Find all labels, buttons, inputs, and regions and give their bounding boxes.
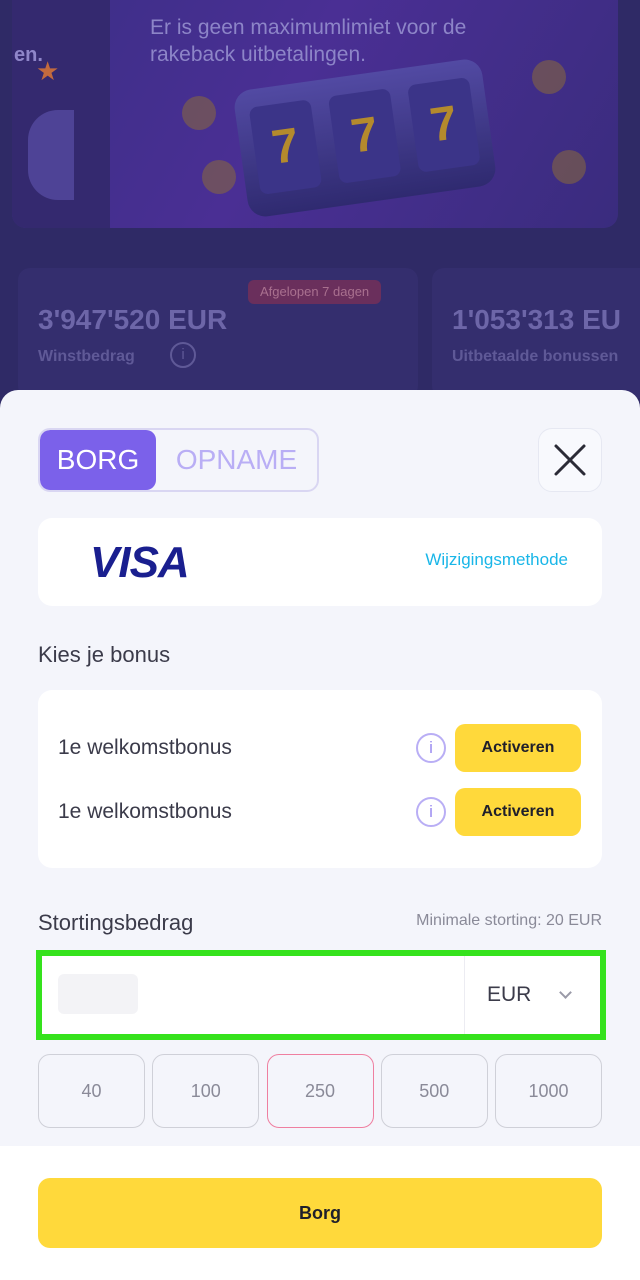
amount-input[interactable] xyxy=(58,974,138,1014)
bonus-list: 1e welkomstbonus i Activeren 1e welkomst… xyxy=(38,690,602,868)
amount-field-group: EUR xyxy=(36,950,606,1040)
list-item: 1e welkomstbonus i Activeren xyxy=(38,788,602,836)
chevron-down-icon xyxy=(559,985,573,999)
coin-icon xyxy=(552,150,586,184)
deposit-submit-button[interactable]: Borg xyxy=(38,1178,602,1248)
preset-amount-button[interactable]: 100 xyxy=(152,1054,260,1128)
star-icon: ★ xyxy=(36,56,60,86)
payment-method-card: VISA Wijzigingsmethode xyxy=(38,518,602,606)
stat-label: Uitbetaalde bonussen xyxy=(452,348,619,365)
coin-icon xyxy=(202,160,236,194)
deposit-amount-title: Stortingsbedrag xyxy=(38,910,194,935)
banner-text: Er is geen maximumlimiet voor de rakebac… xyxy=(150,16,467,66)
coin-icon xyxy=(532,60,566,94)
stat-value: 3'947'520 EUR xyxy=(38,304,228,335)
period-badge: Afgelopen 7 dagen xyxy=(248,280,382,304)
deposit-modal: BORG OPNAME VISA Wijzigingsmethode Kies … xyxy=(0,390,640,1280)
change-method-link[interactable]: Wijzigingsmethode xyxy=(425,550,568,570)
preset-amount-button[interactable]: 500 xyxy=(380,1054,488,1128)
banner-side-panel: en. ★ xyxy=(12,0,110,228)
visa-logo: VISA xyxy=(90,538,190,587)
close-icon xyxy=(554,444,586,476)
stat-card-bonuses: 1'053'313 EU Uitbetaalde bonussen xyxy=(432,268,640,398)
min-deposit-note: Minimale storting: 20 EUR xyxy=(416,912,602,929)
decor-shape xyxy=(28,110,74,200)
info-icon[interactable]: i xyxy=(416,733,446,763)
background-page: en. ★ Er is geen maximumlimiet voor de r… xyxy=(0,0,640,420)
activate-button[interactable]: Activeren xyxy=(455,788,581,836)
tab-deposit[interactable]: BORG xyxy=(40,430,156,490)
currency-value: EUR xyxy=(487,983,532,1006)
tab-withdraw[interactable]: OPNAME xyxy=(156,430,317,490)
stat-value: 1'053'313 EU xyxy=(452,304,621,335)
info-icon[interactable]: i xyxy=(416,797,446,827)
bonus-label: 1e welkomstbonus xyxy=(58,800,232,823)
currency-select[interactable]: EUR xyxy=(464,956,600,1034)
stat-card-winnings: Afgelopen 7 dagen 3'947'520 EUR Winstbed… xyxy=(18,268,418,398)
modal-footer: Borg xyxy=(0,1146,640,1280)
slot-reel: 7 xyxy=(248,99,323,196)
preset-amount-button[interactable]: 250 xyxy=(266,1054,374,1128)
bonus-section-title: Kies je bonus xyxy=(38,642,171,667)
list-item: 1e welkomstbonus i Activeren xyxy=(38,724,602,772)
coin-icon xyxy=(182,96,216,130)
close-button[interactable] xyxy=(538,428,602,492)
preset-amount-button[interactable]: 1000 xyxy=(495,1054,602,1128)
activate-button[interactable]: Activeren xyxy=(455,724,581,772)
bonus-label: 1e welkomstbonus xyxy=(58,736,232,759)
slot-machine-illustration: 7 7 7 xyxy=(232,57,498,219)
info-icon: i xyxy=(170,342,196,368)
deposit-withdraw-toggle: BORG OPNAME xyxy=(38,428,319,492)
slot-reel: 7 xyxy=(407,76,481,173)
slot-reel: 7 xyxy=(327,88,402,184)
stat-label: Winstbedrag xyxy=(38,348,135,365)
amount-presets: 40 100 250 500 1000 xyxy=(38,1054,602,1128)
promo-banner: en. ★ Er is geen maximumlimiet voor de r… xyxy=(12,0,618,228)
preset-amount-button[interactable]: 40 xyxy=(38,1054,145,1128)
